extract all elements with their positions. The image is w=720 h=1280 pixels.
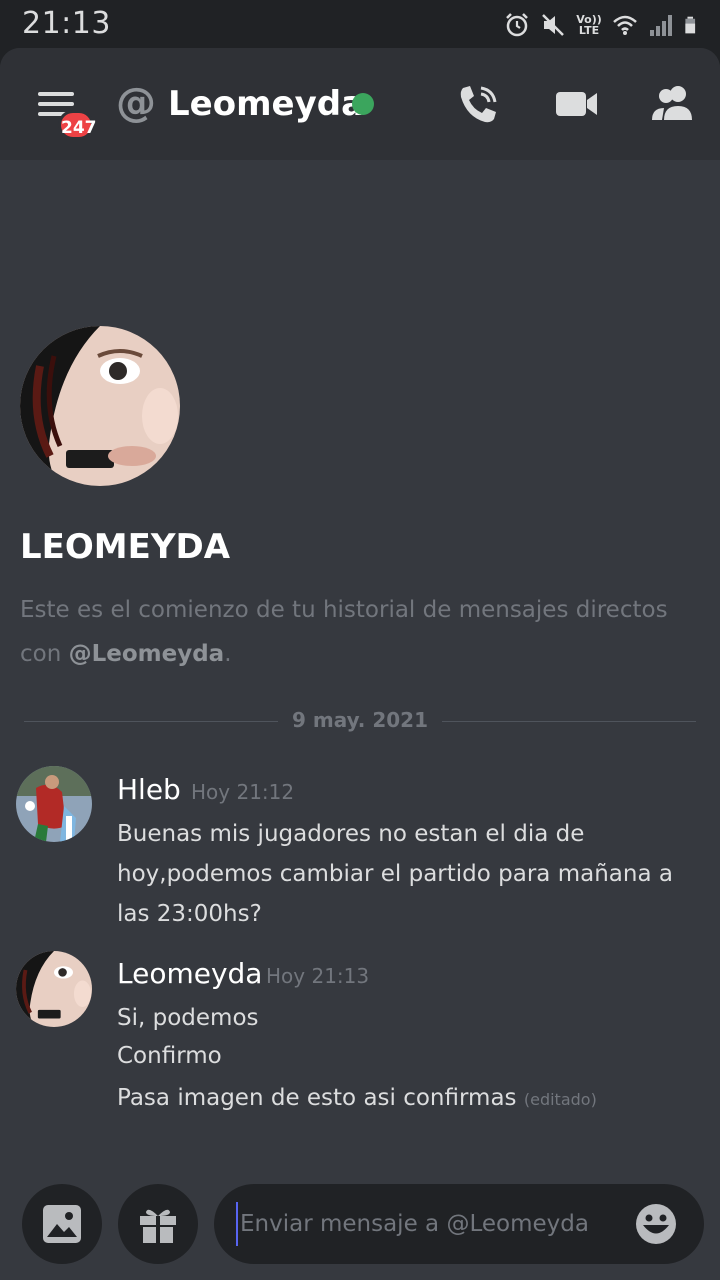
wifi-icon (613, 15, 637, 35)
dm-screen: 247 @ Leomeyda LEOMEYDA Este es el comie… (0, 48, 720, 1280)
gift-icon (140, 1209, 176, 1243)
at-icon: @ (116, 80, 156, 126)
message-input-container (214, 1184, 704, 1264)
profile-avatar[interactable] (20, 326, 180, 486)
message-text: Buenas mis jugadores no estan el dia de … (117, 821, 673, 927)
message-timestamp: Hoy 21:12 (191, 780, 295, 804)
channel-header: 247 @ Leomeyda (0, 48, 720, 160)
battery-icon (685, 16, 696, 34)
image-icon (43, 1205, 81, 1243)
volte-indicator: Vo)) LTE (576, 14, 602, 36)
voice-call-icon[interactable] (455, 82, 503, 126)
intro-description: Este es el comienzo de tu historial de m… (20, 588, 710, 676)
intro-handle[interactable]: @Leomeyda (69, 641, 225, 667)
channel-title[interactable]: Leomeyda (168, 82, 364, 126)
date-divider-label: 9 may. 2021 (277, 708, 443, 732)
mute-icon (542, 14, 564, 36)
message-line: Si, podemos (117, 1005, 259, 1031)
message-author[interactable]: Hleb (117, 772, 181, 808)
gift-button[interactable] (118, 1184, 198, 1264)
message-composer (0, 1172, 720, 1280)
status-icons: Vo)) LTE (504, 10, 702, 40)
emoji-icon[interactable] (634, 1202, 678, 1246)
notification-badge: 247 (58, 110, 97, 140)
message-timestamp: Hoy 21:13 (266, 964, 370, 988)
profile-name: LEOMEYDA (20, 527, 231, 567)
date-divider: 9 may. 2021 (24, 704, 696, 740)
status-bar: 21:13 Vo)) LTE (0, 0, 720, 48)
message-avatar-leomeyda[interactable] (16, 951, 92, 1027)
message-author[interactable]: Leomeyda (117, 956, 262, 992)
intro-desc-end: . (224, 641, 232, 667)
edited-label: (editado) (523, 1090, 597, 1109)
video-call-icon[interactable] (553, 82, 601, 126)
message-line-last: Pasa imagen de esto asi confirmas (edita… (117, 1078, 597, 1120)
members-icon[interactable] (648, 82, 696, 126)
message-avatar-hleb[interactable] (16, 766, 92, 842)
message-line: Confirmo (117, 1043, 222, 1069)
message-input[interactable] (236, 1202, 626, 1246)
online-status-indicator (352, 93, 374, 115)
volte-bottom-text: LTE (578, 24, 600, 37)
status-time: 21:13 (22, 6, 111, 41)
attach-image-button[interactable] (22, 1184, 102, 1264)
message-line-text: Pasa imagen de esto asi confirmas (117, 1085, 517, 1111)
signal-icon (650, 15, 672, 36)
alarm-icon (506, 13, 528, 37)
